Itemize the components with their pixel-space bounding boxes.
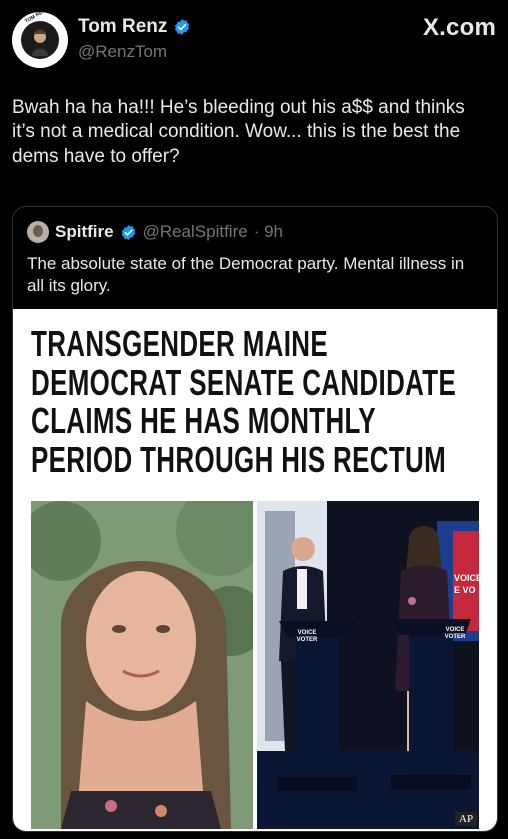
- headline-line: DEMOCRAT SENATE CANDIDATE: [31, 361, 457, 403]
- podium-label: VOICE: [446, 627, 465, 633]
- quote-author-name[interactable]: Spitfire: [55, 222, 114, 242]
- debate-stage-photo: VOICE E VO VOICE VOTER: [257, 501, 479, 829]
- avatar-logo: TOM RENZ SHOW: [13, 12, 67, 67]
- headline-line: CLAIMS HE HAS MONTHLY: [31, 400, 377, 442]
- tweet-header: TOM RENZ SHOW Tom Renz @RenzTom X.com: [12, 12, 496, 72]
- author-handle[interactable]: @RenzTom: [78, 42, 167, 62]
- podium-label: VOTER: [297, 637, 318, 643]
- quote-verified-badge-icon: [121, 224, 135, 240]
- article-headline: TRANSGENDER MAINE DEMOCRAT SENATE CANDID…: [31, 323, 477, 480]
- x-logo: X.com: [422, 14, 496, 41]
- author-avatar[interactable]: TOM RENZ SHOW: [12, 12, 68, 68]
- quote-timestamp[interactable]: · 9h: [254, 222, 283, 242]
- quote-author-handle[interactable]: @RealSpitfire: [143, 222, 248, 242]
- quote-author-avatar[interactable]: [27, 221, 49, 243]
- tweet-text: Bwah ha ha ha!!! He’s bleeding out his a…: [12, 97, 465, 167]
- podium-label: VOTER: [445, 634, 466, 640]
- verified-badge-icon: [175, 19, 190, 35]
- headline-line: TRANSGENDER MAINE: [31, 323, 329, 364]
- quote-text: The absolute state of the Democrat party…: [27, 254, 465, 296]
- screen-text: E VO: [454, 585, 476, 595]
- author-name[interactable]: Tom Renz: [78, 16, 167, 38]
- photo-credit-badge: AP: [455, 812, 478, 826]
- screen-text: VOICE: [454, 573, 479, 583]
- portrait-photo: [31, 501, 253, 829]
- headline-line: PERIOD THROUGH HIS RECTUM: [31, 438, 447, 480]
- quote-media-image[interactable]: TRANSGENDER MAINE DEMOCRAT SENATE CANDID…: [13, 309, 497, 831]
- quoted-tweet[interactable]: Spitfire @RealSpitfire · 9h The absolute…: [12, 206, 498, 832]
- podium-label: VOICE: [298, 630, 317, 636]
